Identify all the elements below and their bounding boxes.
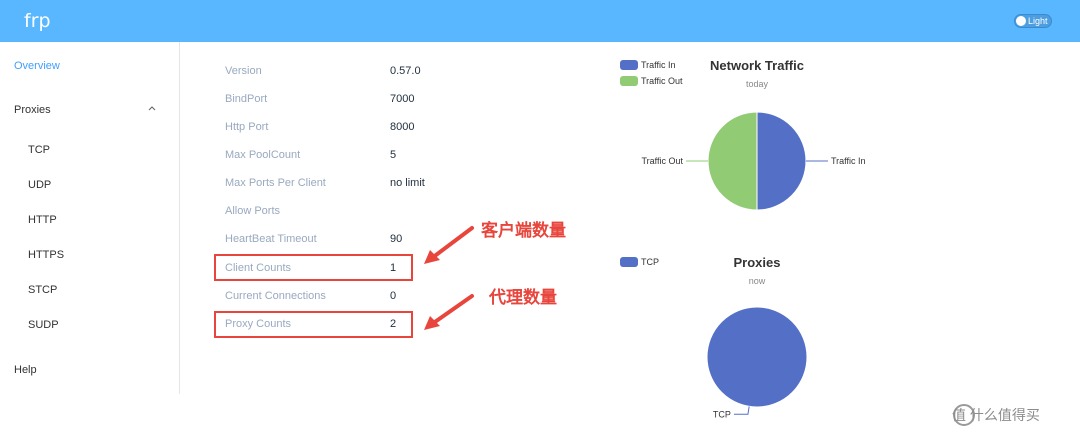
legend-swatch-tcp[interactable]	[620, 257, 638, 267]
sidebar	[0, 42, 180, 394]
annotation-client-counts: 客户端数量	[481, 221, 566, 240]
theme-toggle-knob	[1016, 16, 1026, 26]
legend-swatch-traffic-in[interactable]	[620, 60, 638, 70]
pie-leader-tcp	[733, 406, 750, 415]
annotation-proxy-counts: 代理数量	[489, 288, 557, 307]
info-label-max-pool-count: Max PoolCount	[225, 149, 301, 161]
pie-label-tcp: TCP	[713, 409, 731, 419]
info-label-current-connections: Current Connections	[225, 290, 326, 302]
info-value-heartbeat-timeout: 90	[390, 233, 403, 245]
legend-label-traffic-out[interactable]: Traffic Out	[641, 76, 683, 86]
chart-title-proxies: Proxies	[733, 255, 781, 270]
sidebar-item-sudp[interactable]: SUDP	[28, 319, 59, 331]
sidebar-item-https[interactable]: HTTPS	[28, 249, 64, 261]
sidebar-item-stcp[interactable]: STCP	[28, 284, 57, 296]
sidebar-item-http[interactable]: HTTP	[28, 214, 57, 226]
info-value-max-ports-per-client: no limit	[390, 177, 425, 189]
pie-slice-tcp[interactable]	[706, 306, 808, 408]
legend-label-tcp[interactable]: TCP	[641, 257, 659, 267]
proxies-pie-chart: TCP	[706, 306, 808, 419]
info-label-version: Version	[225, 65, 262, 77]
proxy-counts-highlight-box	[214, 311, 413, 338]
info-label-max-ports-per-client: Max Ports Per Client	[225, 177, 326, 189]
theme-toggle[interactable]: Light	[1014, 14, 1052, 28]
app-brand[interactable]: frp	[24, 10, 51, 32]
arrow-client-counts-icon	[424, 226, 474, 264]
watermark-text: 值 什么值得买	[952, 407, 1040, 423]
info-label-bind-port: BindPort	[225, 93, 268, 105]
legend-swatch-traffic-out[interactable]	[620, 76, 638, 86]
sidebar-item-tcp[interactable]: TCP	[28, 144, 50, 156]
chart-subtitle-proxies: now	[748, 276, 766, 286]
info-label-allow-ports: Allow Ports	[225, 205, 281, 217]
chevron-up-icon[interactable]	[148, 104, 156, 112]
info-label-heartbeat-timeout: HeartBeat Timeout	[225, 233, 317, 245]
pie-slice-traffic-in[interactable]	[756, 111, 807, 211]
sidebar-item-help[interactable]: Help	[14, 364, 37, 376]
info-value-max-pool-count: 5	[390, 149, 397, 161]
chart-subtitle-network-traffic: today	[745, 79, 769, 89]
sidebar-item-udp[interactable]: UDP	[28, 179, 51, 191]
chart-title-network-traffic: Network Traffic	[710, 58, 804, 73]
pie-slice-traffic-out[interactable]	[707, 111, 758, 211]
info-value-current-connections: 0	[390, 290, 397, 302]
network-traffic-pie-chart: Traffic In Traffic Out	[641, 111, 866, 211]
legend-label-traffic-in[interactable]: Traffic In	[641, 60, 676, 70]
arrow-proxy-counts-icon	[424, 294, 474, 330]
theme-toggle-label: Light	[1028, 16, 1048, 26]
info-value-bind-port: 7000	[390, 93, 415, 105]
sidebar-item-overview[interactable]: Overview	[14, 60, 60, 72]
info-value-version: 0.57.0	[390, 65, 421, 77]
top-bar: frp Light	[0, 0, 1080, 42]
pie-label-traffic-out: Traffic Out	[641, 156, 683, 166]
client-counts-highlight-box	[214, 254, 413, 281]
info-value-http-port: 8000	[390, 121, 415, 133]
pie-label-traffic-in: Traffic In	[831, 156, 866, 166]
sidebar-item-proxies[interactable]: Proxies	[14, 104, 51, 116]
info-label-http-port: Http Port	[225, 121, 269, 133]
